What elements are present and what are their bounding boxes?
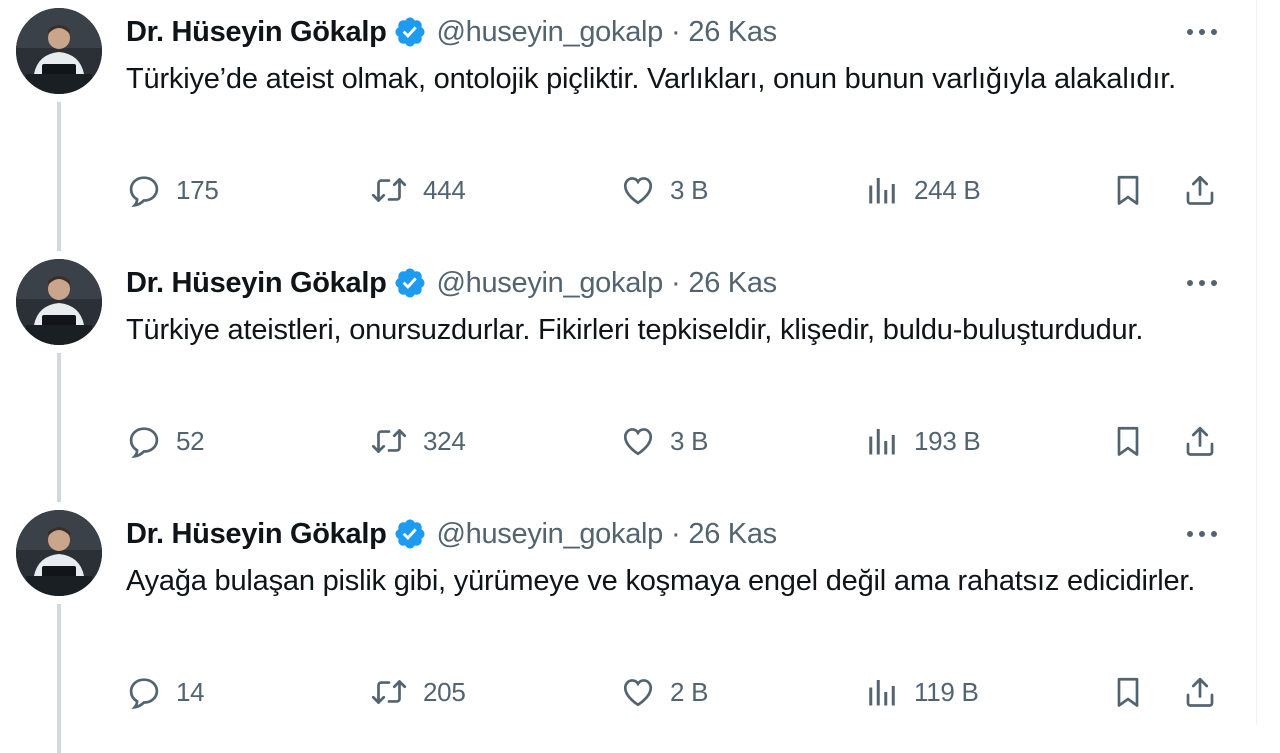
heart-icon — [620, 674, 656, 710]
reply-button[interactable]: 52 — [126, 421, 205, 461]
heart-icon — [620, 172, 656, 208]
bookmark-button[interactable] — [1110, 170, 1160, 210]
reply-count: 14 — [176, 676, 205, 707]
avatar-image — [16, 259, 102, 345]
like-button[interactable]: 2 B — [620, 672, 708, 712]
author-name[interactable]: Dr. Hüseyin Gökalp — [126, 518, 387, 551]
header-separator: · — [671, 517, 681, 550]
views-bar-chart-icon — [864, 172, 900, 208]
like-button[interactable]: 3 B — [620, 421, 708, 461]
view-count: 193 B — [914, 425, 981, 456]
reply-icon — [126, 172, 162, 208]
bookmark-icon — [1110, 172, 1146, 208]
retweet-count: 324 — [423, 425, 466, 456]
like-button[interactable]: 3 B — [620, 170, 708, 210]
reply-button[interactable]: 14 — [126, 672, 205, 712]
retweet-button[interactable]: 444 — [369, 170, 466, 210]
avatar[interactable] — [16, 259, 102, 345]
like-count: 3 B — [670, 174, 709, 205]
views-button[interactable]: 119 B — [864, 672, 979, 712]
timeline-right-border — [1256, 0, 1257, 725]
retweet-icon — [369, 674, 409, 710]
views-button[interactable]: 244 B — [864, 170, 981, 210]
share-button[interactable] — [1182, 170, 1232, 210]
thread-connector — [57, 102, 61, 251]
tweet-date[interactable]: 26 Kas — [688, 267, 777, 300]
avatar[interactable] — [16, 510, 102, 596]
view-count: 119 B — [914, 676, 979, 707]
share-button[interactable] — [1182, 672, 1232, 712]
more-options-icon[interactable] — [1180, 265, 1224, 301]
tweet-header: Dr. Hüseyin Gökalp @huseyin_gokalp · 26 … — [126, 263, 777, 303]
tweet-date[interactable]: 26 Kas — [688, 518, 777, 551]
view-count: 244 B — [914, 174, 981, 205]
like-count: 3 B — [670, 425, 709, 456]
views-bar-chart-icon — [864, 674, 900, 710]
tweet-text: Ayağa bulaşan pislik gibi, yürümeye ve k… — [126, 565, 1196, 597]
avatar-image — [16, 510, 102, 596]
avatar[interactable] — [16, 8, 102, 94]
author-handle[interactable]: @huseyin_gokalp — [437, 267, 664, 300]
tweet-text: Türkiye’de ateist olmak, ontolojik piçli… — [126, 63, 1176, 95]
verified-badge-icon — [393, 266, 427, 300]
more-options-icon[interactable] — [1180, 14, 1224, 50]
header-separator: · — [671, 266, 681, 299]
retweet-button[interactable]: 205 — [369, 672, 466, 712]
retweet-icon — [369, 172, 409, 208]
verified-badge-icon — [393, 15, 427, 49]
tweet[interactable]: Dr. Hüseyin Gökalp @huseyin_gokalp · 26 … — [0, 251, 1256, 502]
thread-connector — [57, 353, 61, 502]
author-name[interactable]: Dr. Hüseyin Gökalp — [126, 16, 387, 49]
retweet-count: 444 — [423, 174, 466, 205]
bookmark-button[interactable] — [1110, 421, 1160, 461]
verified-badge-icon — [393, 517, 427, 551]
header-separator: · — [671, 15, 681, 48]
share-icon — [1182, 172, 1218, 208]
views-button[interactable]: 193 B — [864, 421, 981, 461]
share-button[interactable] — [1182, 421, 1232, 461]
reply-button[interactable]: 175 — [126, 170, 219, 210]
avatar-image — [16, 8, 102, 94]
retweet-button[interactable]: 324 — [369, 421, 466, 461]
author-handle[interactable]: @huseyin_gokalp — [437, 518, 664, 551]
thread-connector — [57, 604, 61, 753]
tweet[interactable]: Dr. Hüseyin Gökalp @huseyin_gokalp · 26 … — [0, 502, 1256, 753]
retweet-count: 205 — [423, 676, 466, 707]
bookmark-button[interactable] — [1110, 672, 1160, 712]
tweet-text: Türkiye ateistleri, onursuzdurlar. Fikir… — [126, 314, 1144, 346]
author-name[interactable]: Dr. Hüseyin Gökalp — [126, 267, 387, 300]
reply-icon — [126, 423, 162, 459]
tweet-date[interactable]: 26 Kas — [688, 16, 777, 49]
bookmark-icon — [1110, 674, 1146, 710]
share-icon — [1182, 674, 1218, 710]
tweet[interactable]: Dr. Hüseyin Gökalp @huseyin_gokalp · 26 … — [0, 0, 1256, 251]
tweet-header: Dr. Hüseyin Gökalp @huseyin_gokalp · 26 … — [126, 12, 777, 52]
reply-count: 175 — [176, 174, 219, 205]
share-icon — [1182, 423, 1218, 459]
reply-count: 52 — [176, 425, 205, 456]
retweet-icon — [369, 423, 409, 459]
tweet-header: Dr. Hüseyin Gökalp @huseyin_gokalp · 26 … — [126, 514, 777, 554]
author-handle[interactable]: @huseyin_gokalp — [437, 16, 664, 49]
heart-icon — [620, 423, 656, 459]
like-count: 2 B — [670, 676, 709, 707]
views-bar-chart-icon — [864, 423, 900, 459]
bookmark-icon — [1110, 423, 1146, 459]
reply-icon — [126, 674, 162, 710]
more-options-icon[interactable] — [1180, 516, 1224, 552]
